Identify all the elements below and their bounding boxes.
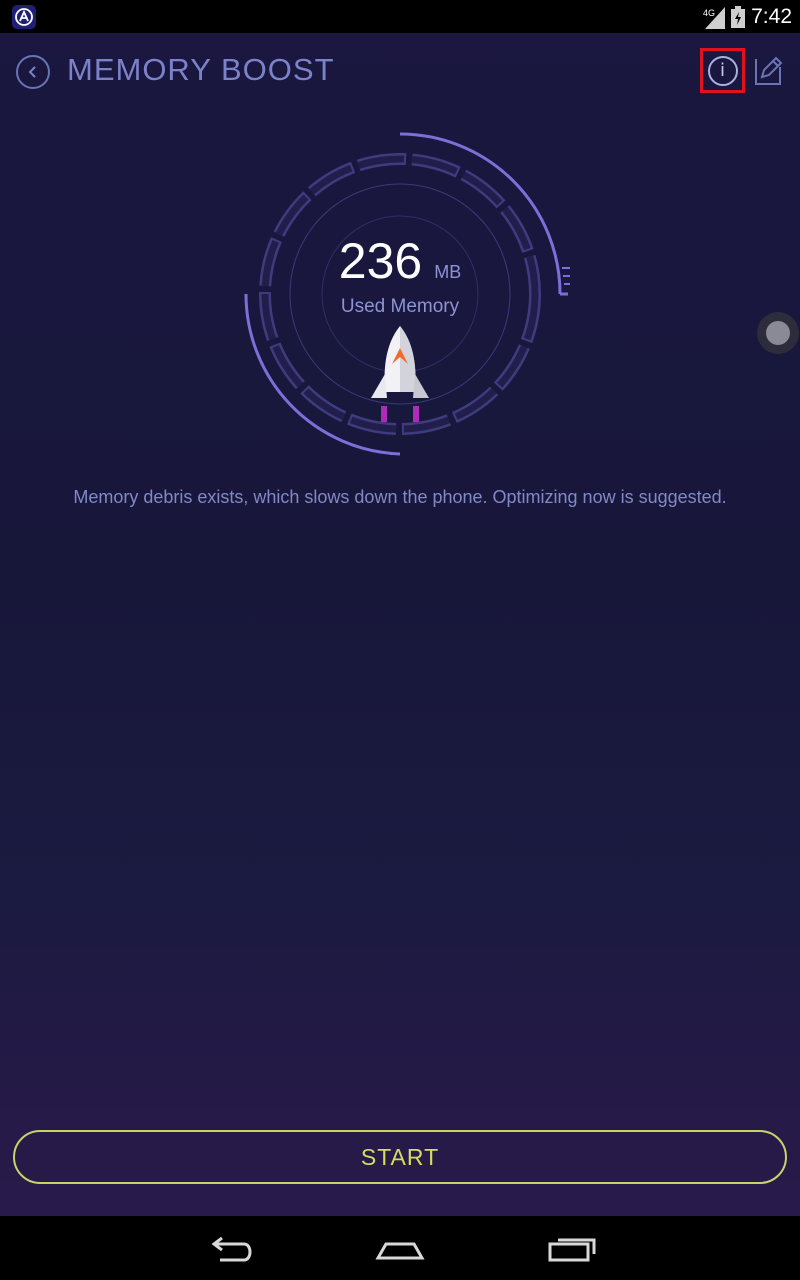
status-time: 7:42: [751, 4, 792, 28]
status-bar: 4G 7:42: [0, 0, 800, 33]
start-button[interactable]: START: [13, 1130, 787, 1184]
nav-recents-button[interactable]: [544, 1230, 600, 1266]
nav-home-button[interactable]: [372, 1230, 428, 1266]
navigation-bar: [0, 1216, 800, 1280]
edit-button[interactable]: [752, 53, 784, 87]
header: MEMORY BOOST i: [0, 33, 800, 109]
info-icon: i: [707, 55, 738, 86]
recents-icon: [548, 1238, 596, 1262]
memory-number: 236: [338, 233, 423, 289]
nav-back-button[interactable]: [202, 1230, 258, 1266]
edit-pencil-icon: [755, 56, 783, 85]
memory-value: 236 MB: [0, 232, 800, 290]
memory-label: Used Memory: [340, 296, 460, 317]
status-icons: 4G 7:42: [703, 0, 792, 33]
battery-charging-icon: [731, 5, 746, 28]
info-button[interactable]: i: [700, 48, 745, 93]
memory-unit: MB: [434, 262, 462, 282]
back-arrow-icon: [28, 66, 36, 78]
back-icon: [211, 1236, 252, 1262]
rocket-icon: [365, 324, 435, 424]
signal-4g-icon: 4G: [703, 5, 726, 29]
network-type-label: 4G: [703, 8, 715, 18]
handle-dot-icon: [766, 321, 790, 345]
suggestion-message: Memory debris exists, which slows down t…: [73, 487, 727, 507]
page-title: MEMORY BOOST: [67, 52, 335, 87]
home-icon: [375, 1242, 425, 1260]
floating-handle[interactable]: [757, 312, 799, 354]
app-screen: 4G 7:42 MEMORY BOOST i 236 MB Used Memor…: [0, 0, 800, 1280]
app-notification-icon: [12, 5, 36, 29]
back-button[interactable]: [16, 55, 50, 89]
